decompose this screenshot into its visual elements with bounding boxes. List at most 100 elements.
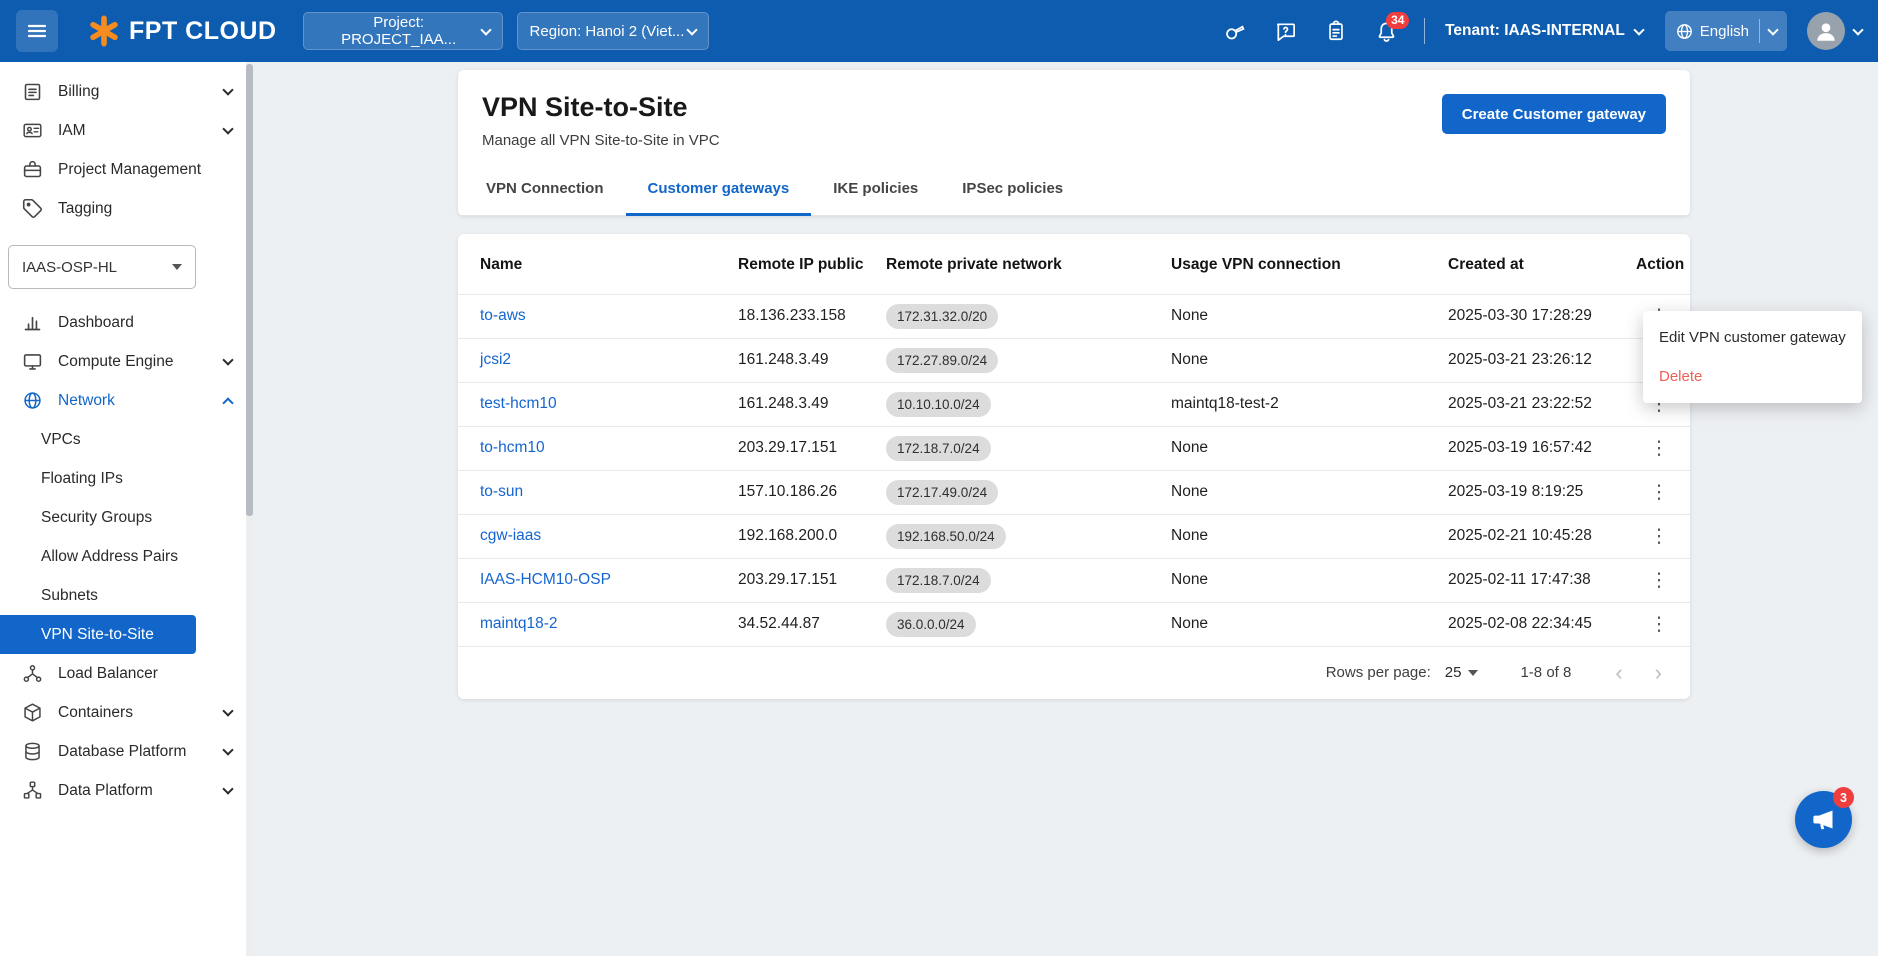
- sidebar-item-floating-ips[interactable]: Floating IPs: [0, 459, 253, 498]
- remote-ip-cell: 157.10.186.26: [730, 470, 878, 514]
- sidebar-item-project-management[interactable]: Project Management: [0, 150, 253, 189]
- menu-toggle-button[interactable]: [16, 10, 58, 52]
- remote-network-chip: 172.27.89.0/24: [886, 348, 998, 373]
- gateway-name-link[interactable]: IAAS-HCM10-OSP: [480, 571, 611, 588]
- sidebar-scrollbar-track[interactable]: [246, 62, 253, 956]
- fpt-cloud-logo[interactable]: FPT CLOUD: [88, 15, 277, 47]
- tab-customer-gateways[interactable]: Customer gateways: [626, 163, 812, 215]
- row-actions-kebab-button[interactable]: ⋮: [1641, 525, 1678, 548]
- sidebar-item-label: VPCs: [41, 431, 81, 449]
- megaphone-icon: [1810, 806, 1837, 833]
- data-platform-icon: [22, 780, 43, 801]
- rows-per-page-select[interactable]: 25: [1445, 664, 1479, 681]
- sidebar-item-containers[interactable]: Containers: [0, 693, 253, 732]
- workspace-select[interactable]: IAAS-OSP-HL: [8, 245, 196, 289]
- column-header-remote-network: Remote private network: [878, 236, 1163, 294]
- remote-ip-cell: 203.29.17.151: [730, 558, 878, 602]
- row-actions-kebab-button[interactable]: ⋮: [1641, 569, 1678, 592]
- compute-engine-icon: [22, 351, 43, 372]
- sidebar-item-database-platform[interactable]: Database Platform: [0, 732, 253, 771]
- tab-ipsec-policies[interactable]: IPSec policies: [940, 163, 1085, 215]
- sidebar-item-vpn-site-to-site[interactable]: VPN Site-to-Site: [0, 615, 196, 654]
- select-caret-icon: [1468, 670, 1478, 676]
- page-header-card: VPN Site-to-Site Manage all VPN Site-to-…: [458, 70, 1690, 216]
- page-subtitle: Manage all VPN Site-to-Site in VPC: [482, 132, 720, 149]
- previous-page-button[interactable]: ‹: [1615, 662, 1622, 684]
- region-selector[interactable]: Region: Hanoi 2 (Viet...: [517, 12, 709, 50]
- sidebar-item-label: Dashboard: [58, 314, 232, 332]
- row-actions-kebab-button[interactable]: ⋮: [1641, 437, 1678, 460]
- gateway-name-link[interactable]: maintq18-2: [480, 615, 558, 632]
- sidebar-item-tagging[interactable]: Tagging: [0, 189, 253, 228]
- sidebar-item-subnets[interactable]: Subnets: [0, 576, 253, 615]
- usage-vpn-cell: None: [1163, 338, 1440, 382]
- notifications-button[interactable]: 34: [1375, 20, 1398, 43]
- remote-ip-cell: 203.29.17.151: [730, 426, 878, 470]
- tab-vpn-connection[interactable]: VPN Connection: [464, 163, 626, 215]
- tabs-bar: VPN Connection Customer gateways IKE pol…: [458, 163, 1690, 216]
- help-chat-button[interactable]: [1274, 20, 1297, 43]
- chevron-down-icon: [222, 84, 233, 95]
- workspace-select-value: IAAS-OSP-HL: [22, 259, 117, 276]
- row-actions-kebab-button[interactable]: ⋮: [1641, 481, 1678, 504]
- created-at-cell: 2025-02-08 22:34:45: [1440, 602, 1628, 646]
- gateway-name-link[interactable]: to-hcm10: [480, 439, 545, 456]
- language-selector[interactable]: English: [1665, 11, 1787, 51]
- sidebar-item-label: Database Platform: [58, 743, 209, 761]
- chevron-down-icon: [222, 744, 233, 755]
- menu-item-delete[interactable]: Delete: [1643, 357, 1862, 396]
- gateway-name-link[interactable]: to-aws: [480, 307, 526, 324]
- next-page-button[interactable]: ›: [1655, 662, 1662, 684]
- created-at-cell: 2025-03-21 23:26:12: [1440, 338, 1628, 382]
- sidebar-item-label: IAM: [58, 122, 209, 140]
- sidebar: Billing IAM Project Management Tagging I…: [0, 62, 253, 956]
- sidebar-item-iam[interactable]: IAM: [0, 111, 253, 150]
- support-whistle-button[interactable]: [1223, 20, 1246, 43]
- column-header-created-at: Created at: [1440, 236, 1628, 294]
- top-bar: FPT CLOUD Project: PROJECT_IAA... Region…: [0, 0, 1878, 62]
- column-header-name: Name: [458, 236, 730, 294]
- project-selector[interactable]: Project: PROJECT_IAA...: [303, 12, 503, 50]
- survey-clipboard-button[interactable]: [1325, 20, 1347, 42]
- chevron-down-icon: [1852, 24, 1863, 35]
- gateway-name-link[interactable]: test-hcm10: [480, 395, 557, 412]
- announcements-fab[interactable]: 3: [1795, 791, 1852, 848]
- sidebar-item-vpcs[interactable]: VPCs: [0, 420, 253, 459]
- sidebar-item-data-platform[interactable]: Data Platform: [0, 771, 253, 810]
- gateway-name-link[interactable]: to-sun: [480, 483, 523, 500]
- usage-vpn-cell: None: [1163, 470, 1440, 514]
- sidebar-item-billing[interactable]: Billing: [0, 72, 253, 111]
- remote-network-chip: 172.31.32.0/20: [886, 304, 998, 329]
- create-customer-gateway-button[interactable]: Create Customer gateway: [1442, 94, 1666, 134]
- avatar: [1807, 12, 1845, 50]
- table-row: maintq18-2 34.52.44.87 36.0.0.0/24 None …: [458, 602, 1690, 646]
- sidebar-item-compute-engine[interactable]: Compute Engine: [0, 342, 253, 381]
- gateway-name-link[interactable]: cgw-iaas: [480, 527, 541, 544]
- globe-icon: [1675, 22, 1694, 41]
- chevron-down-icon: [222, 705, 233, 716]
- usage-vpn-cell: maintq18-test-2: [1163, 382, 1440, 426]
- table-pagination: Rows per page: 25 1-8 of 8 ‹ ›: [458, 647, 1690, 699]
- sidebar-item-allow-address-pairs[interactable]: Allow Address Pairs: [0, 537, 253, 576]
- chevron-up-icon: [222, 397, 233, 408]
- sidebar-item-security-groups[interactable]: Security Groups: [0, 498, 253, 537]
- row-actions-kebab-button[interactable]: ⋮: [1641, 613, 1678, 636]
- logo-text: FPT CLOUD: [129, 17, 277, 46]
- chevron-down-icon: [222, 783, 233, 794]
- sidebar-scrollbar-thumb[interactable]: [246, 64, 253, 516]
- tenant-selector[interactable]: Tenant: IAAS-INTERNAL: [1445, 22, 1643, 40]
- sidebar-item-load-balancer[interactable]: Load Balancer: [0, 654, 253, 693]
- gateway-name-link[interactable]: jcsi2: [480, 351, 511, 368]
- sidebar-item-network[interactable]: Network: [0, 381, 253, 420]
- notification-count-badge: 34: [1386, 12, 1409, 29]
- menu-item-edit-vpn-customer-gateway[interactable]: Edit VPN customer gateway: [1643, 318, 1862, 357]
- sidebar-item-dashboard[interactable]: Dashboard: [0, 303, 253, 342]
- header-divider: [1424, 18, 1425, 44]
- user-menu[interactable]: [1807, 12, 1862, 50]
- remote-ip-cell: 161.248.3.49: [730, 338, 878, 382]
- sidebar-item-label: Security Groups: [41, 509, 152, 527]
- tab-ike-policies[interactable]: IKE policies: [811, 163, 940, 215]
- main-content: VPN Site-to-Site Manage all VPN Site-to-…: [253, 62, 1878, 956]
- column-header-action: Action: [1628, 236, 1690, 294]
- table-row: jcsi2 161.248.3.49 172.27.89.0/24 None 2…: [458, 338, 1690, 382]
